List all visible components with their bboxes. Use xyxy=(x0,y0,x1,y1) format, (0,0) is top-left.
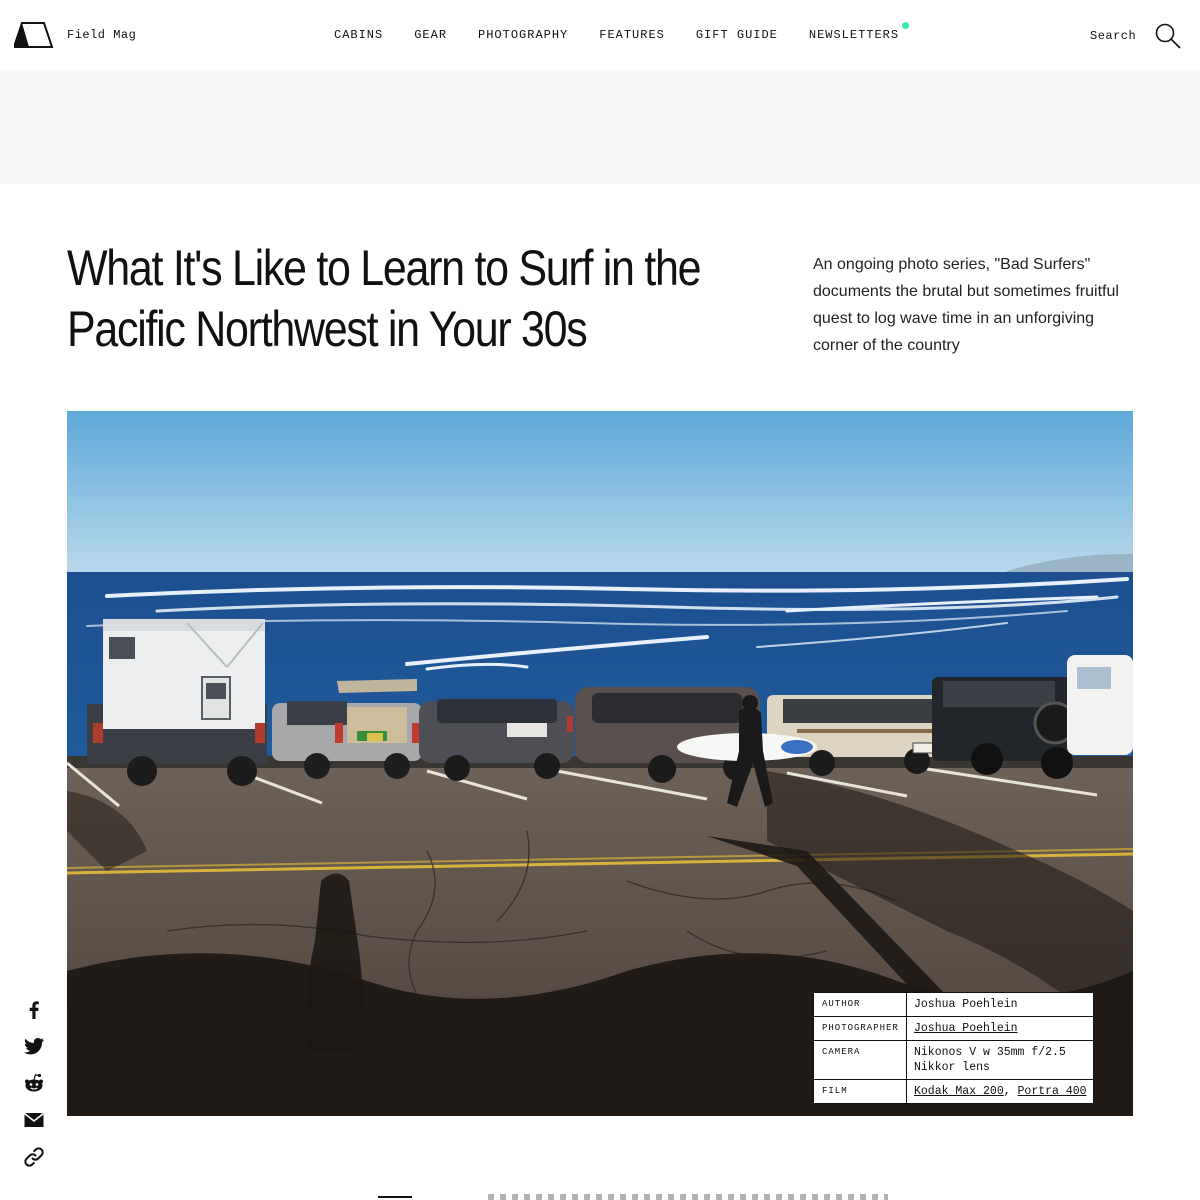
credits-key-film: FILM xyxy=(813,1079,907,1104)
email-icon[interactable] xyxy=(22,1108,46,1132)
credits-row-photographer: PHOTOGRAPHER Joshua Poehlein xyxy=(813,1016,1094,1041)
credits-key-camera: CAMERA xyxy=(813,1040,907,1080)
nav-item-cabins[interactable]: CABINS xyxy=(334,28,383,42)
credits-row-author: AUTHOR Joshua Poehlein xyxy=(813,992,1094,1017)
field-mag-logo-icon[interactable] xyxy=(14,22,54,48)
nav-item-gift-guide[interactable]: GIFT GUIDE xyxy=(696,28,778,42)
article-title: What It's Like to Learn to Surf in the P… xyxy=(67,240,702,357)
article-credits: AUTHOR Joshua Poehlein PHOTOGRAPHER Josh… xyxy=(813,992,1094,1104)
nav-item-gear[interactable]: GEAR xyxy=(414,28,447,42)
credits-value-camera: Nikonos V w 35mm f/2.5 Nikkor lens xyxy=(906,1040,1094,1080)
credits-key-author: AUTHOR xyxy=(813,992,907,1017)
site-header: Field Mag CABINS GEAR PHOTOGRAPHY FEATUR… xyxy=(0,0,1200,70)
dropcap-rule xyxy=(378,1196,412,1198)
ad-placeholder xyxy=(0,70,1200,184)
film-link-portra[interactable]: Portra 400 xyxy=(1018,1085,1087,1098)
credits-value-photographer: Joshua Poehlein xyxy=(906,1016,1094,1041)
nav-item-features[interactable]: FEATURES xyxy=(599,28,665,42)
reddit-icon[interactable] xyxy=(22,1071,46,1095)
nav-item-newsletters[interactable]: NEWSLETTERS xyxy=(808,22,910,42)
credits-row-camera: CAMERA Nikonos V w 35mm f/2.5 Nikkor len… xyxy=(813,1040,1094,1080)
new-indicator-dot xyxy=(902,22,910,29)
credits-value-author: Joshua Poehlein xyxy=(906,992,1094,1017)
share-rail xyxy=(22,997,46,1182)
search-label[interactable]: Search xyxy=(1090,29,1136,43)
search-icon[interactable] xyxy=(1154,22,1182,50)
article-body-teaser xyxy=(378,1194,938,1200)
brand-name[interactable]: Field Mag xyxy=(67,28,136,42)
facebook-icon[interactable] xyxy=(22,997,46,1021)
credits-key-photographer: PHOTOGRAPHER xyxy=(813,1016,907,1041)
twitter-icon[interactable] xyxy=(22,1034,46,1058)
article-dek: An ongoing photo series, "Bad Surfers" d… xyxy=(813,256,1119,354)
film-link-kodak[interactable]: Kodak Max 200 xyxy=(914,1085,1004,1098)
photographer-link[interactable]: Joshua Poehlein xyxy=(914,1022,1018,1035)
credits-value-film: Kodak Max 200, Portra 400 xyxy=(906,1079,1094,1104)
film-separator: , xyxy=(1003,1085,1011,1098)
link-icon[interactable] xyxy=(22,1145,46,1169)
nav-item-photography[interactable]: PHOTOGRAPHY xyxy=(478,28,568,42)
credits-row-film: FILM Kodak Max 200, Portra 400 xyxy=(813,1079,1094,1104)
body-text-fragment xyxy=(488,1194,888,1200)
nav-item-newsletters-label: NEWSLETTERS xyxy=(808,28,900,42)
main-nav: CABINS GEAR PHOTOGRAPHY FEATURES GIFT GU… xyxy=(334,22,910,42)
